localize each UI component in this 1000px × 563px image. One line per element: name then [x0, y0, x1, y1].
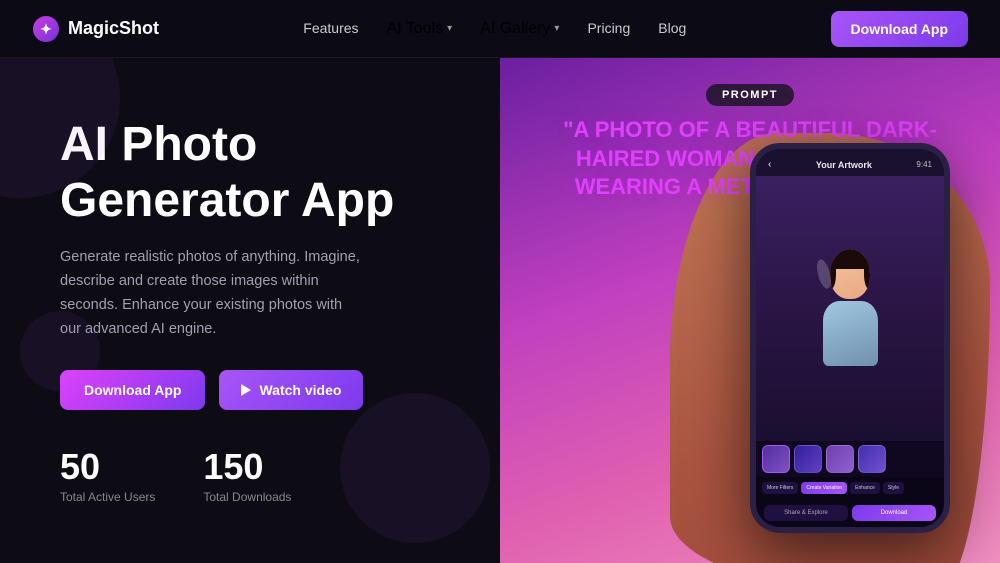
logo[interactable]: ✦ MagicShot	[32, 15, 159, 43]
action-chip-variation[interactable]: Create Variation	[801, 482, 847, 494]
action-chip-style[interactable]: Style	[883, 482, 904, 494]
thumbnail-2[interactable]	[794, 445, 822, 473]
cta-buttons: Download App Watch video	[60, 370, 440, 410]
action-chip-filters[interactable]: More Filters	[762, 482, 798, 494]
phone-screen: ‹ Your Artwork 9:41	[756, 149, 944, 527]
nav-item-aigallery[interactable]: AI Gallery ▾	[480, 20, 559, 38]
nav-item-pricing[interactable]: Pricing	[587, 20, 630, 38]
phone-action-bar: More Filters Create Variation Enhance St…	[756, 477, 944, 499]
portrait-body	[823, 301, 878, 366]
ai-portrait	[756, 176, 944, 441]
action-chip-enhance[interactable]: Enhance	[850, 482, 880, 494]
stat-active-users-number: 50	[60, 446, 155, 488]
stats-section: 50 Total Active Users 150 Total Download…	[60, 446, 440, 504]
phone-thumbnails	[756, 441, 944, 477]
main-content: AI Photo Generator App Generate realisti…	[0, 58, 1000, 563]
stat-downloads-label: Total Downloads	[203, 490, 291, 504]
phone-back-icon: ‹	[768, 159, 771, 170]
hero-title: AI Photo Generator App	[60, 117, 440, 227]
nav-item-blog[interactable]: Blog	[658, 20, 686, 38]
download-app-nav-button[interactable]: Download App	[831, 11, 968, 47]
portrait-head	[830, 249, 870, 299]
watch-video-button[interactable]: Watch video	[219, 370, 363, 410]
portrait-hair-right	[864, 259, 870, 289]
prompt-badge: PROMPT	[706, 84, 794, 106]
thumbnail-4[interactable]	[858, 445, 886, 473]
phone-download-button[interactable]: Download	[852, 505, 936, 521]
thumbnail-3[interactable]	[826, 445, 854, 473]
download-app-hero-button[interactable]: Download App	[60, 370, 205, 410]
nav-item-aitools[interactable]: AI Tools ▾	[387, 20, 453, 38]
chevron-down-icon: ▾	[447, 23, 452, 34]
nav-item-features[interactable]: Features	[303, 20, 358, 38]
phone-mockup: ‹ Your Artwork 9:41	[750, 143, 950, 533]
hero-right-panel: PROMPT "A PHOTO OF A BEAUTIFUL DARK-HAIR…	[500, 58, 1000, 563]
phone-header: ‹ Your Artwork 9:41	[756, 149, 944, 176]
hero-description: Generate realistic photos of anything. I…	[60, 246, 360, 342]
stat-active-users-label: Total Active Users	[60, 490, 155, 504]
brand-name: MagicShot	[68, 18, 159, 39]
phone-bottom-bar: Share & Explore Download	[756, 499, 944, 527]
stat-downloads-number: 150	[203, 446, 291, 488]
phone-title: Your Artwork	[816, 160, 872, 170]
portrait-figure	[810, 249, 890, 369]
navbar: ✦ MagicShot Features AI Tools ▾ AI Galle…	[0, 0, 1000, 58]
svg-text:✦: ✦	[40, 21, 52, 37]
stat-downloads: 150 Total Downloads	[203, 446, 291, 504]
phone-artwork-area	[756, 176, 944, 441]
nav-links: Features AI Tools ▾ AI Gallery ▾ Pricing…	[303, 20, 686, 38]
stat-active-users: 50 Total Active Users	[60, 446, 155, 504]
chevron-down-icon: ▾	[554, 23, 559, 34]
play-icon	[241, 384, 251, 396]
logo-icon: ✦	[32, 15, 60, 43]
share-explore-button[interactable]: Share & Explore	[764, 505, 848, 521]
hero-left-panel: AI Photo Generator App Generate realisti…	[0, 58, 500, 563]
thumbnail-1[interactable]	[762, 445, 790, 473]
phone-status: 9:41	[916, 160, 932, 169]
